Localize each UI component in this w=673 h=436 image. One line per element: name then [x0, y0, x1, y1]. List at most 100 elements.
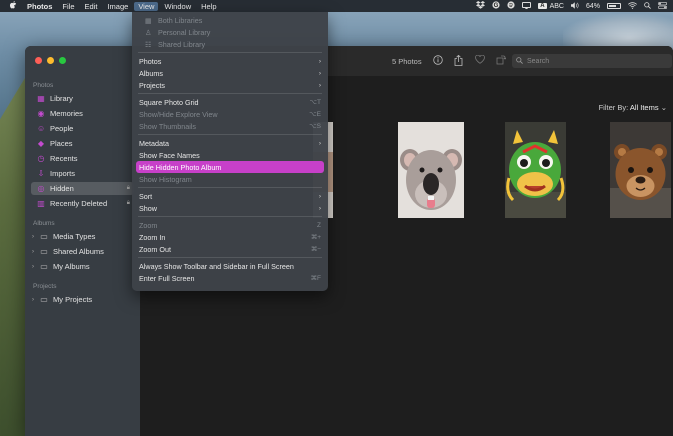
sidebar-item-label: Recents — [50, 154, 78, 163]
menu-item-projects[interactable]: Projects › — [132, 79, 328, 91]
filter-label: Filter By: — [598, 103, 629, 112]
sidebar-item-label: Hidden — [50, 184, 74, 193]
status-area: G A ABC 64% — [476, 0, 667, 12]
photo-thumbnail-bear[interactable] — [610, 122, 671, 218]
menu-item-enter-full-screen[interactable]: Enter Full Screen ⌘F — [132, 272, 328, 284]
menu-item-show-face-names[interactable]: Show Face Names — [132, 149, 328, 161]
screen-mirroring-icon[interactable] — [522, 1, 532, 11]
menu-item-show-thumbnails[interactable]: Show Thumbnails ⌥S — [132, 120, 328, 132]
sidebar-item-my-albums[interactable]: › ▭ My Albums — [31, 260, 134, 273]
grammarly-icon[interactable]: G — [492, 1, 500, 11]
sidebar-item-label: Imports — [50, 169, 76, 178]
trash-icon: ▥ — [37, 198, 45, 208]
menu-bar: Photos File Edit Image View Window Help … — [0, 0, 673, 12]
menu-item-albums[interactable]: Albums › — [132, 67, 328, 79]
menu-view[interactable]: View — [134, 1, 159, 11]
chevron-right-icon[interactable]: › — [32, 234, 38, 240]
sidebar-item-recently-deleted[interactable]: ▥ Recently Deleted 🔒︎ — [31, 197, 134, 210]
sidebar-section-albums: Albums — [33, 220, 55, 227]
photo-thumbnail-dragon[interactable] — [505, 122, 566, 218]
menu-item-shortcut: ⌥S — [309, 123, 321, 130]
share-icon[interactable] — [454, 54, 463, 68]
library-icon: ▦ — [37, 93, 45, 103]
sidebar-item-people[interactable]: ☺ People — [31, 122, 134, 135]
sidebar-item-label: People — [50, 124, 74, 133]
chevron-right-icon[interactable]: › — [32, 249, 38, 255]
folder-icon: ▭ — [40, 231, 48, 241]
menu-item-shortcut: ⌥T — [309, 99, 321, 106]
filter-value: All Items — [629, 103, 659, 112]
menu-item-hide-hidden-photo-album[interactable]: Hide Hidden Photo Album — [136, 161, 324, 173]
menu-edit[interactable]: Edit — [85, 2, 98, 11]
menu-item-metadata[interactable]: Metadata › — [132, 137, 328, 149]
chevron-right-icon[interactable]: › — [32, 297, 38, 303]
menu-item-label: Personal Library — [158, 27, 211, 37]
battery-icon[interactable] — [607, 3, 621, 9]
menu-help[interactable]: Help — [201, 2, 216, 11]
menu-separator — [138, 134, 322, 135]
chevron-right-icon: › — [318, 57, 321, 65]
heart-icon[interactable] — [475, 54, 485, 66]
menu-item-label: Both Libraries — [158, 15, 203, 25]
minimize-window-button[interactable] — [47, 57, 54, 64]
wifi-icon[interactable] — [628, 1, 637, 11]
menu-item-zoom-out[interactable]: Zoom Out ⌘− — [132, 243, 328, 255]
menu-item-show-hide-explore-view[interactable]: Show/Hide Explore View ⌥E — [132, 108, 328, 120]
info-icon[interactable] — [433, 55, 443, 67]
menu-item-shared-library[interactable]: ☷ Shared Library — [132, 38, 328, 50]
menu-item-both-libraries[interactable]: ▦ Both Libraries — [132, 14, 328, 26]
sidebar-item-my-projects[interactable]: › ▭ My Projects — [31, 293, 134, 306]
sidebar-item-recents[interactable]: ◷ Recents — [31, 152, 134, 165]
menu-item-sort[interactable]: Sort › — [132, 190, 328, 202]
sidebar-item-library[interactable]: ▦ Library — [31, 92, 134, 105]
menu-app-photos[interactable]: Photos — [27, 2, 52, 11]
menu-item-shortcut: ⌘F — [310, 275, 321, 282]
control-center-icon[interactable] — [658, 1, 667, 11]
menu-item-label: Square Photo Grid — [139, 97, 199, 107]
menu-image[interactable]: Image — [107, 2, 128, 11]
menu-item-show-histogram[interactable]: Show Histogram — [132, 173, 328, 185]
menu-item-always-show-toolbar[interactable]: Always Show Toolbar and Sidebar in Full … — [132, 260, 328, 272]
sidebar-item-hidden[interactable]: ◎ Hidden 🔒︎ — [31, 182, 134, 195]
library-icon: ▦ — [145, 15, 152, 25]
menu-item-label: Albums — [139, 68, 163, 78]
close-window-button[interactable] — [35, 57, 42, 64]
chevron-right-icon[interactable]: › — [32, 264, 38, 270]
menu-separator — [138, 216, 322, 217]
menu-item-label: Metadata — [139, 138, 169, 148]
dropbox-icon[interactable] — [476, 1, 486, 11]
spotify-icon[interactable] — [507, 1, 515, 11]
sidebar-item-shared-albums[interactable]: › ▭ Shared Albums — [31, 245, 134, 258]
filter-by-dropdown[interactable]: Filter By: All Items ⌄ — [599, 103, 667, 112]
menu-item-zoom-in[interactable]: Zoom In ⌘+ — [132, 231, 328, 243]
menu-separator — [138, 93, 322, 94]
person-icon: ♙ — [145, 27, 152, 37]
sidebar-item-label: Shared Albums — [53, 247, 104, 256]
menu-item-show[interactable]: Show › — [132, 202, 328, 214]
menu-separator — [138, 187, 322, 188]
menu-item-personal-library[interactable]: ♙ Personal Library — [132, 26, 328, 38]
fullscreen-window-button[interactable] — [59, 57, 66, 64]
search-placeholder: Search — [527, 57, 550, 65]
apple-icon[interactable] — [9, 1, 18, 11]
photo-thumbnail-koala[interactable] — [398, 122, 464, 218]
sidebar-item-imports[interactable]: ⇩ Imports — [31, 167, 134, 180]
menu-item-zoom[interactable]: Zoom Z — [132, 219, 328, 231]
sidebar-item-media-types[interactable]: › ▭ Media Types — [31, 230, 134, 243]
rotate-icon[interactable] — [496, 55, 507, 67]
spotlight-search-icon[interactable] — [644, 1, 651, 11]
menu-item-label: Zoom In — [139, 232, 166, 242]
sidebar-item-places[interactable]: ◆ Places — [31, 137, 134, 150]
sidebar-item-label: Places — [50, 139, 73, 148]
search-input[interactable]: Search — [512, 54, 672, 68]
sidebar-section-photos: Photos — [33, 82, 54, 89]
menu-item-square-photo-grid[interactable]: Square Photo Grid ⌥T — [132, 96, 328, 108]
menu-item-photos[interactable]: Photos › — [132, 55, 328, 67]
input-source-icon[interactable]: A ABC — [538, 3, 564, 10]
sidebar-item-memories[interactable]: ◉ Memories — [31, 107, 134, 120]
menu-item-shortcut: Z — [317, 221, 321, 229]
menu-file[interactable]: File — [62, 2, 74, 11]
people-icon: ☷ — [145, 39, 152, 49]
volume-icon[interactable] — [570, 1, 579, 11]
menu-window[interactable]: Window — [164, 2, 191, 11]
